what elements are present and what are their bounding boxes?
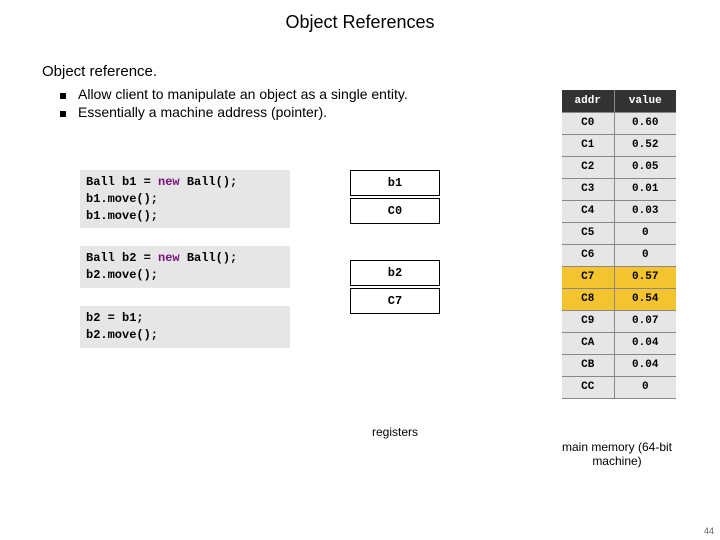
memory-row: CA0.04 — [562, 332, 676, 354]
memory-addr-cell: CC — [562, 376, 614, 398]
memory-value-cell: 0 — [614, 376, 676, 398]
code-block-1: Ball b1 = new Ball(); b1.move(); b1.move… — [80, 170, 290, 228]
memory-row: C20.05 — [562, 156, 676, 178]
code-text: b2.move(); — [86, 328, 158, 342]
register-cell: C0 — [350, 198, 440, 224]
memory-value-cell: 0.03 — [614, 200, 676, 222]
registers-caption: registers — [350, 425, 440, 439]
memory-table: addr value C00.60C10.52C20.05C30.01C40.0… — [562, 90, 676, 399]
memory-header-value: value — [614, 90, 676, 112]
register-label: b2 — [388, 266, 402, 280]
register-cell: C7 — [350, 288, 440, 314]
memory-addr-cell: C4 — [562, 200, 614, 222]
memory-addr-cell: C8 — [562, 288, 614, 310]
register-cell: b1 — [350, 170, 440, 196]
memory-value-cell: 0.01 — [614, 178, 676, 200]
memory-row: C90.07 — [562, 310, 676, 332]
memory-value-cell: 0.04 — [614, 354, 676, 376]
memory-value-cell: 0.54 — [614, 288, 676, 310]
memory-addr-cell: CA — [562, 332, 614, 354]
memory-addr-cell: C9 — [562, 310, 614, 332]
memory-row: C10.52 — [562, 134, 676, 156]
code-text: b1.move(); — [86, 192, 158, 206]
memory-value-cell: 0 — [614, 244, 676, 266]
memory-row: CB0.04 — [562, 354, 676, 376]
memory-row: C50 — [562, 222, 676, 244]
memory-value-cell: 0.57 — [614, 266, 676, 288]
slide-title: Object References — [0, 0, 720, 33]
memory-caption: main memory (64-bit machine) — [542, 440, 692, 469]
memory-addr-cell: CB — [562, 354, 614, 376]
code-column: Ball b1 = new Ball(); b1.move(); b1.move… — [80, 170, 290, 366]
code-text: Ball(); — [180, 251, 238, 265]
memory-addr-cell: C6 — [562, 244, 614, 266]
memory-value-cell: 0.05 — [614, 156, 676, 178]
code-text: Ball b1 = — [86, 175, 158, 189]
code-text: b1.move(); — [86, 209, 158, 223]
keyword-new: new — [158, 251, 180, 265]
memory-row: CC0 — [562, 376, 676, 398]
register-label: C7 — [388, 294, 402, 308]
memory-addr-cell: C0 — [562, 112, 614, 134]
memory-addr-cell: C7 — [562, 266, 614, 288]
memory-addr-cell: C3 — [562, 178, 614, 200]
code-block-3: b2 = b1; b2.move(); — [80, 306, 290, 348]
memory-addr-cell: C2 — [562, 156, 614, 178]
memory-value-cell: 0.52 — [614, 134, 676, 156]
code-block-2: Ball b2 = new Ball(); b2.move(); — [80, 246, 290, 288]
code-text: Ball b2 = — [86, 251, 158, 265]
code-text: b2.move(); — [86, 268, 158, 282]
section-heading: Object reference. — [42, 63, 720, 80]
memory-header-addr: addr — [562, 90, 614, 112]
code-text: b2 = b1; — [86, 311, 144, 325]
code-text: Ball(); — [180, 175, 238, 189]
memory-value-cell: 0.60 — [614, 112, 676, 134]
memory-row: C30.01 — [562, 178, 676, 200]
register-label: C0 — [388, 204, 402, 218]
memory-value-cell: 0.04 — [614, 332, 676, 354]
memory-row: C40.03 — [562, 200, 676, 222]
memory-row: C00.60 — [562, 112, 676, 134]
register-label: b1 — [388, 176, 402, 190]
memory-addr-cell: C1 — [562, 134, 614, 156]
memory-row: C60 — [562, 244, 676, 266]
memory-addr-cell: C5 — [562, 222, 614, 244]
memory-row: C70.57 — [562, 266, 676, 288]
memory-row: C80.54 — [562, 288, 676, 310]
page-number: 44 — [704, 526, 714, 536]
memory-value-cell: 0 — [614, 222, 676, 244]
memory-header-row: addr value — [562, 90, 676, 112]
memory-value-cell: 0.07 — [614, 310, 676, 332]
keyword-new: new — [158, 175, 180, 189]
register-cell: b2 — [350, 260, 440, 286]
registers-column: b1 C0 b2 C7 — [350, 170, 440, 316]
